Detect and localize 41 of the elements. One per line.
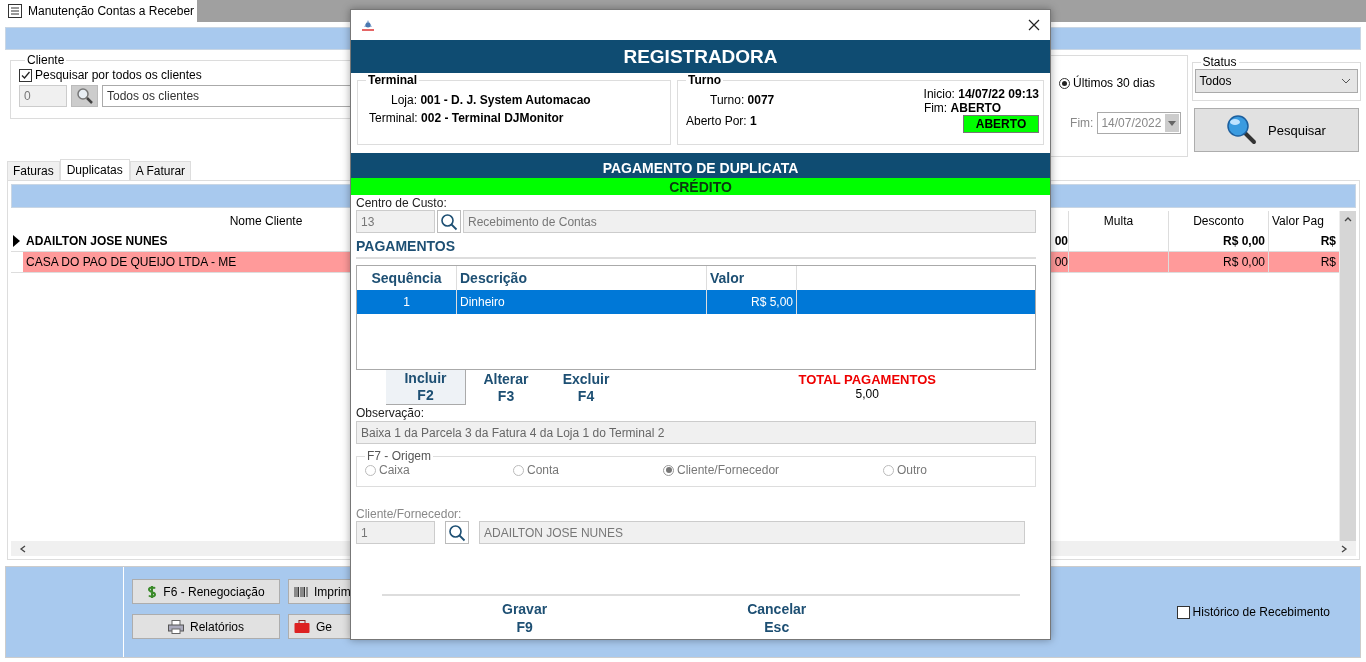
- group-title: Terminal: [367, 73, 419, 87]
- section-heading: PAGAMENTOS: [356, 238, 1036, 259]
- total-label: TOTAL PAGAMENTOS: [798, 372, 936, 387]
- table-cell: 00: [1054, 252, 1068, 272]
- table-cell: R$ 0,00: [1168, 252, 1268, 272]
- field-label: Observação:: [356, 406, 426, 420]
- field-value: ABERTO: [950, 101, 1001, 115]
- status-badge: ABERTO: [963, 115, 1039, 133]
- table-cell-text: 00: [1054, 233, 1068, 250]
- group-title: Cliente: [26, 53, 66, 67]
- table-cell-text: ADAILTON JOSE NUNES: [25, 233, 169, 250]
- field-label: Terminal:: [369, 111, 418, 125]
- group-title: Turno: [687, 73, 723, 87]
- table-cell: R$ 5,00: [707, 290, 797, 314]
- end-date-label: Fim:: [1070, 116, 1094, 130]
- group-title: F7 - Origem: [366, 449, 432, 463]
- table-cell: Dinheiro: [457, 290, 707, 314]
- field-value: 1: [750, 114, 757, 128]
- column-header: Nome Cliente: [228, 213, 304, 230]
- total-value: 5,00: [854, 387, 880, 401]
- field-value: 0077: [747, 93, 775, 107]
- column-header: Desconto: [1168, 211, 1268, 231]
- table-cell: R$: [1268, 252, 1339, 272]
- field-label: Centro de Custo:: [356, 196, 448, 210]
- field-label: Inicio:: [923, 87, 955, 101]
- column-header: Multa: [1068, 211, 1168, 231]
- field-label: Cliente/Fornecedor:: [356, 507, 463, 521]
- dialog-title: REGISTRADORA: [351, 40, 1050, 73]
- group-title: Status: [1201, 55, 1238, 69]
- field-value: 001 - D. J. System Automacao: [420, 93, 591, 107]
- table-cell: 1: [357, 290, 457, 314]
- table-cell: R$ 0,00: [1168, 231, 1268, 251]
- field-label: Turno:: [710, 93, 745, 107]
- section-title: PAGAMENTO DE DUPLICATA: [351, 153, 1050, 178]
- field-label: Fim:: [923, 101, 948, 115]
- operation-banner: CRÉDITO: [351, 178, 1050, 195]
- field-label: Loja:: [391, 93, 418, 107]
- table-cell: CASA DO PAO DE QUEIJO LTDA - ME: [23, 252, 349, 272]
- field-label: Aberto Por:: [686, 114, 747, 128]
- field-value: 002 - Terminal DJMonitor: [421, 111, 564, 125]
- field-value: 14/07/22 09:13: [958, 87, 1039, 101]
